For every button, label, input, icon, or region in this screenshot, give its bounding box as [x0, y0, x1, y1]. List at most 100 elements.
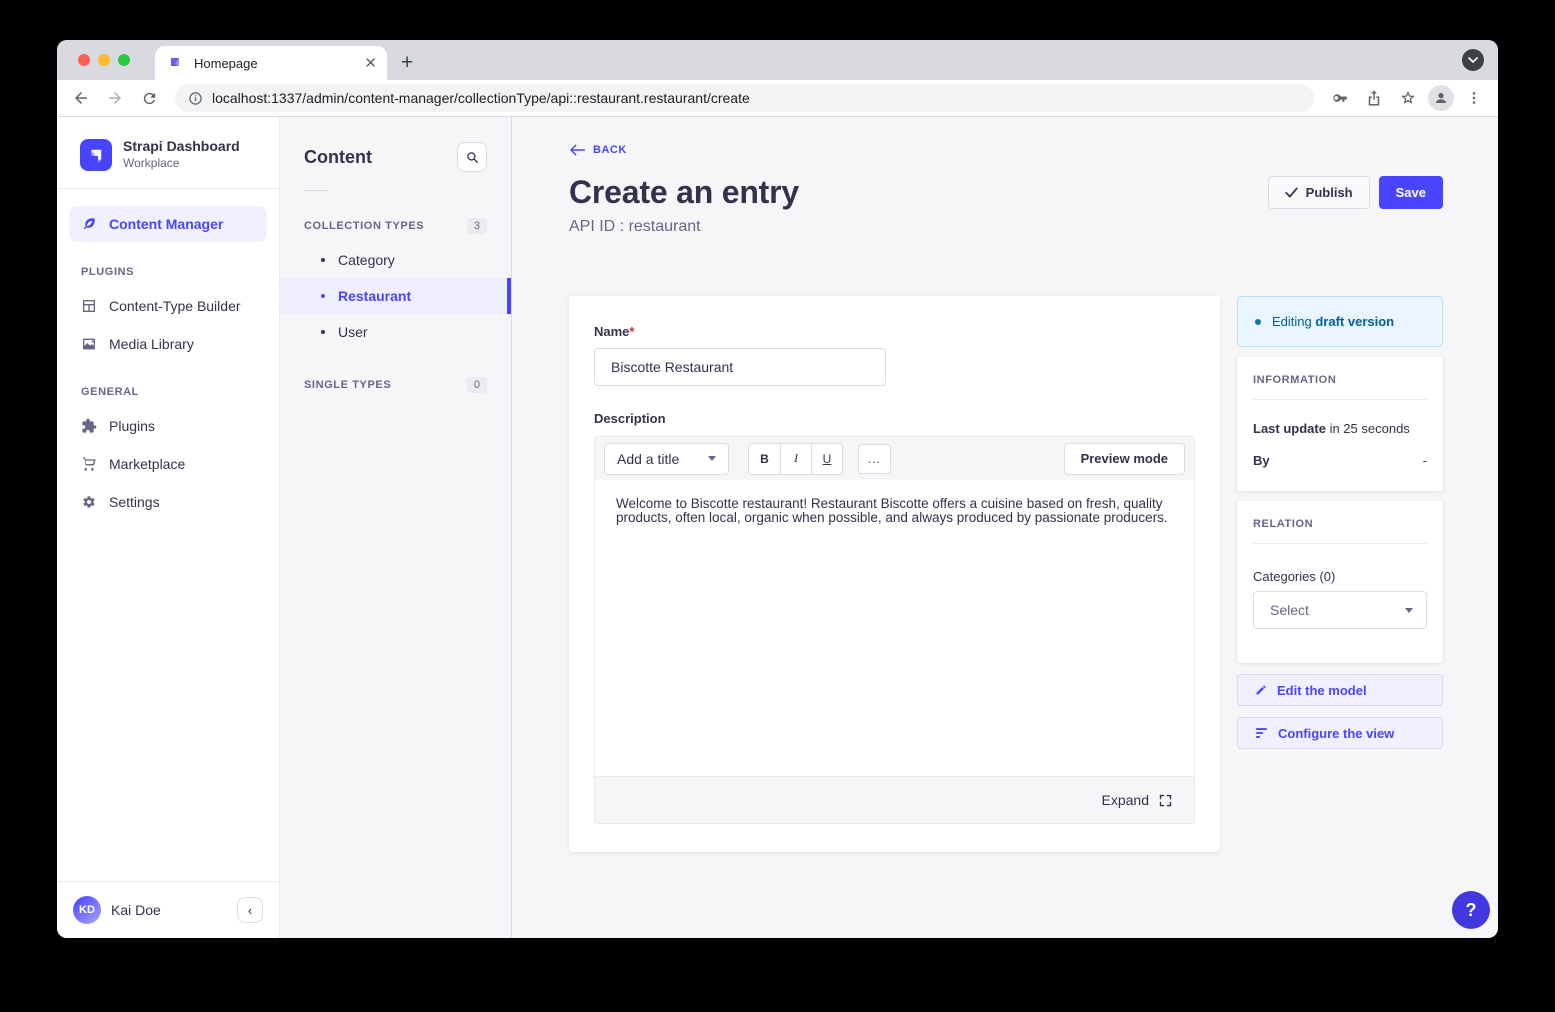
- preview-mode-button[interactable]: Preview mode: [1064, 443, 1185, 475]
- url-text[interactable]: localhost:1337/admin/content-manager/col…: [212, 90, 750, 106]
- tab-search-button[interactable]: [1462, 49, 1484, 71]
- page-title: Create an entry: [569, 174, 799, 211]
- title-style-select[interactable]: Add a title: [604, 443, 729, 475]
- sidebar-item-settings[interactable]: Settings: [69, 484, 267, 520]
- categories-select[interactable]: Select: [1253, 591, 1427, 629]
- feather-pen-icon: [81, 216, 97, 232]
- sidebar-item-label: Content-Type Builder: [109, 298, 241, 314]
- required-asterisk: *: [629, 324, 634, 339]
- subnav-item-category[interactable]: Category: [280, 242, 511, 278]
- forward-button[interactable]: [101, 84, 129, 112]
- maximize-window-button[interactable]: [118, 54, 130, 66]
- sidebar-item-content-type-builder[interactable]: Content-Type Builder: [69, 288, 267, 324]
- reload-button[interactable]: [135, 84, 163, 112]
- subnav-divider: [304, 190, 328, 191]
- strapi-app: Strapi Dashboard Workplace Content Manag…: [57, 117, 1498, 938]
- collection-types-count-badge: 3: [467, 218, 487, 234]
- collection-types-label: COLLECTION TYPES: [304, 220, 424, 232]
- edit-model-button[interactable]: Edit the model: [1237, 674, 1443, 706]
- description-field-label: Description: [594, 411, 1195, 426]
- sidebar-item-label: Content Manager: [109, 216, 223, 232]
- back-arrow-icon: [569, 144, 585, 156]
- browser-profile-avatar[interactable]: [1428, 85, 1454, 111]
- card-divider: [1253, 543, 1427, 544]
- tab-title: Homepage: [194, 56, 355, 71]
- url-bar[interactable]: localhost:1337/admin/content-manager/col…: [175, 84, 1314, 112]
- gear-icon: [81, 494, 97, 510]
- sidebar-user-footer: KD Kai Doe ‹: [57, 881, 279, 938]
- single-types-label: SINGLE TYPES: [304, 379, 391, 391]
- last-update-row: Last update in 25 seconds: [1253, 421, 1410, 436]
- more-formats-button[interactable]: ...: [858, 444, 891, 474]
- sidebar-item-label: Plugins: [109, 418, 155, 434]
- workspace-title: Strapi Dashboard: [123, 138, 240, 156]
- entry-aside: Editing draft version INFORMATION Last u…: [1237, 296, 1443, 749]
- configure-view-button[interactable]: Configure the view: [1237, 717, 1443, 749]
- strapi-favicon-icon: [169, 55, 185, 71]
- expand-button[interactable]: Expand: [1102, 792, 1149, 808]
- entry-form-card: Name* Description Add a title B I: [569, 296, 1220, 852]
- filter-lines-icon: [1255, 727, 1268, 739]
- browser-tab[interactable]: Homepage ✕: [155, 46, 387, 80]
- relation-title: RELATION: [1253, 518, 1427, 530]
- workspace-brand[interactable]: Strapi Dashboard Workplace: [57, 117, 279, 188]
- user-avatar[interactable]: KD: [73, 896, 101, 924]
- layout-grid-icon: [81, 298, 97, 314]
- sidebar-item-label: Settings: [109, 494, 160, 510]
- information-title: INFORMATION: [1253, 374, 1427, 386]
- close-window-button[interactable]: [78, 54, 90, 66]
- content-subnav: Content COLLECTION TYPES 3 Category Rest…: [280, 117, 512, 938]
- subnav-item-user[interactable]: User: [280, 314, 511, 350]
- publish-button[interactable]: Publish: [1268, 176, 1370, 209]
- expand-icon[interactable]: [1158, 793, 1173, 808]
- sidebar-item-plugins[interactable]: Plugins: [69, 408, 267, 444]
- format-button-group: B I U: [748, 443, 843, 475]
- strapi-logo: [80, 139, 112, 171]
- puzzle-icon: [81, 418, 97, 434]
- help-button[interactable]: ?: [1452, 891, 1490, 929]
- chevron-down-icon: [1405, 608, 1413, 613]
- editor-toolbar: Add a title B I U ... Preview mode: [595, 437, 1194, 480]
- draft-version-banner: Editing draft version: [1237, 296, 1443, 347]
- password-key-icon[interactable]: [1326, 84, 1354, 112]
- editor-footer: Expand: [595, 776, 1194, 823]
- minimize-window-button[interactable]: [98, 54, 110, 66]
- italic-button[interactable]: I: [780, 444, 811, 474]
- browser-tab-bar: Homepage ✕ +: [57, 40, 1498, 80]
- information-card: INFORMATION Last update in 25 seconds By…: [1237, 357, 1443, 491]
- single-types-count-badge: 0: [467, 377, 487, 393]
- sidebar-item-marketplace[interactable]: Marketplace: [69, 446, 267, 482]
- bold-button[interactable]: B: [749, 444, 780, 474]
- collapse-sidebar-button[interactable]: ‹: [237, 897, 263, 923]
- main-sidebar: Strapi Dashboard Workplace Content Manag…: [57, 117, 280, 938]
- relation-card: RELATION Categories (0) Select: [1237, 501, 1443, 663]
- sidebar-section-general: GENERAL: [81, 386, 255, 398]
- main-content: BACK Create an entry Publish Save API ID…: [512, 117, 1498, 938]
- subnav-item-label: Restaurant: [338, 288, 411, 304]
- browser-menu-icon[interactable]: [1460, 84, 1488, 112]
- new-tab-button[interactable]: +: [401, 52, 413, 73]
- macos-traffic-lights: [78, 54, 130, 66]
- description-textarea[interactable]: Welcome to Biscotte restaurant! Restaura…: [595, 480, 1194, 776]
- back-link[interactable]: BACK: [569, 144, 627, 156]
- back-button[interactable]: [67, 84, 95, 112]
- underline-button[interactable]: U: [811, 444, 842, 474]
- subnav-item-restaurant[interactable]: Restaurant: [280, 278, 511, 314]
- sidebar-item-media-library[interactable]: Media Library: [69, 326, 267, 362]
- shopping-cart-icon: [81, 456, 97, 472]
- rich-text-editor: Add a title B I U ... Preview mode We: [594, 436, 1195, 824]
- save-button[interactable]: Save: [1379, 176, 1443, 209]
- bookmark-star-icon[interactable]: [1394, 84, 1422, 112]
- by-label: By: [1253, 453, 1270, 468]
- name-field-label: Name*: [594, 324, 634, 339]
- name-input[interactable]: [594, 348, 886, 386]
- api-id-subtitle: API ID : restaurant: [569, 218, 1443, 236]
- search-button[interactable]: [457, 142, 487, 172]
- sidebar-item-content-manager[interactable]: Content Manager: [69, 206, 267, 242]
- pencil-icon: [1255, 684, 1267, 696]
- info-icon[interactable]: [188, 91, 203, 106]
- share-icon[interactable]: [1360, 84, 1388, 112]
- bullet-icon: [321, 258, 325, 262]
- sidebar-item-label: Marketplace: [109, 456, 185, 472]
- tab-close-icon[interactable]: ✕: [364, 56, 377, 71]
